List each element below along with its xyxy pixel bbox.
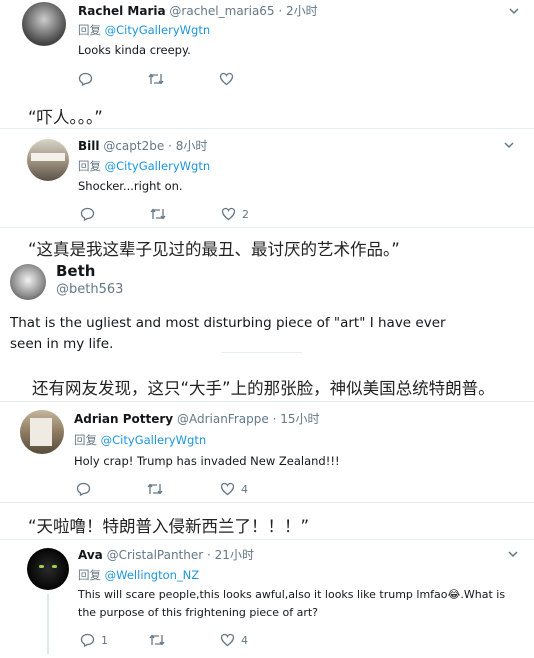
tweet-header: Adrian Pottery @AdrianFrappe · 15小时 <box>74 412 320 426</box>
tweet-adrian: Adrian Pottery @AdrianFrappe · 15小时 回复 @… <box>0 401 534 503</box>
reply-to-link[interactable]: @CityGalleryWgtn <box>101 433 206 447</box>
retweet-button[interactable] <box>147 482 163 496</box>
tweet-actions: 4 <box>76 482 276 500</box>
protest-sign-image <box>31 153 65 161</box>
retweet-button[interactable] <box>150 207 166 221</box>
tweet-text: Holy crap! Trump has invaded New Zealand… <box>74 454 340 468</box>
timestamp[interactable]: 21小时 <box>215 548 254 562</box>
reply-context: 回复 @Wellington_NZ <box>78 568 200 582</box>
tweet-rachel: Rachel Maria @rachel_maria65 · 2小时 回复 @C… <box>0 0 534 97</box>
like-count: 4 <box>241 633 248 647</box>
timestamp[interactable]: 2小时 <box>286 4 318 18</box>
like-count: 2 <box>242 207 249 221</box>
caption: “吓人。。。” <box>28 108 103 127</box>
avatar[interactable] <box>10 264 46 300</box>
author-handle[interactable]: @beth563 <box>56 282 123 297</box>
reply-to-link[interactable]: @CityGalleryWgtn <box>105 159 210 173</box>
retweet-icon <box>147 483 163 495</box>
tweet-text-line-2: seen in my life. <box>10 336 114 352</box>
author-handle[interactable]: @capt2be <box>103 139 164 153</box>
reply-button[interactable] <box>76 482 91 496</box>
caption: “天啦噜！特朗普入侵新西兰了！！！” <box>28 517 310 536</box>
retweet-icon <box>149 634 165 646</box>
like-button[interactable]: 4 <box>220 482 248 496</box>
tweet-beth: Beth @beth563 That is the ugliest and mo… <box>0 260 534 360</box>
panther-eye-right <box>52 565 57 568</box>
chevron-down-icon[interactable] <box>507 548 519 560</box>
caption: 还有网友发现，这只“大手”上的那张脸，神似美国总统特朗普。 <box>32 379 495 398</box>
like-button[interactable]: 4 <box>220 633 248 647</box>
author-name[interactable]: Beth <box>56 262 95 280</box>
reply-icon <box>78 72 93 86</box>
author-handle[interactable]: @AdrianFrappe <box>177 412 269 426</box>
retweet-button[interactable] <box>148 72 164 86</box>
reply-count: 1 <box>101 633 108 647</box>
tweet-text: Shocker...right on. <box>78 179 183 193</box>
avatar[interactable] <box>27 139 69 181</box>
reply-context: 回复 @CityGalleryWgtn <box>78 159 211 173</box>
reply-icon <box>80 633 95 647</box>
reply-icon <box>80 207 95 221</box>
thread-line <box>47 594 49 654</box>
author-handle[interactable]: @CristalPanther <box>107 548 204 562</box>
reply-icon <box>76 482 91 496</box>
timestamp[interactable]: 15小时 <box>280 412 319 426</box>
heart-icon <box>221 207 236 221</box>
avatar[interactable] <box>22 2 66 46</box>
tweet-actions: 2 <box>80 207 280 225</box>
heart-icon <box>219 72 234 86</box>
tweet-text: Looks kinda creepy. <box>78 43 191 57</box>
author-name[interactable]: Bill <box>78 139 100 153</box>
tweet-actions <box>78 72 278 90</box>
chevron-down-icon[interactable] <box>503 139 515 151</box>
reply-context: 回复 @CityGalleryWgtn <box>74 433 207 447</box>
tweet-header: Rachel Maria @rachel_maria65 · 2小时 <box>78 4 318 18</box>
author-handle[interactable]: @rachel_maria65 <box>169 4 274 18</box>
retweet-icon <box>150 208 166 220</box>
avatar[interactable] <box>20 410 64 454</box>
like-button[interactable]: 2 <box>221 207 249 221</box>
like-button[interactable] <box>219 72 234 86</box>
reply-to-link[interactable]: @CityGalleryWgtn <box>105 23 210 37</box>
author-name[interactable]: Adrian Pottery <box>74 412 173 426</box>
panther-eye-left <box>39 565 44 568</box>
reply-button[interactable] <box>80 207 95 221</box>
tweet-text-line-1: That is the ugliest and most disturbing … <box>10 315 446 331</box>
chevron-down-icon[interactable] <box>508 5 520 17</box>
like-count: 4 <box>241 482 248 496</box>
reply-button[interactable] <box>78 72 93 86</box>
caption: “这真是我这辈子见过的最丑、最讨厌的艺术作品。” <box>28 240 400 259</box>
tweet-bill: Bill @capt2be · 8小时 回复 @CityGalleryWgtn … <box>0 128 534 228</box>
tweet-header: Bill @capt2be · 8小时 <box>78 139 208 153</box>
reply-button[interactable]: 1 <box>80 633 108 647</box>
protest-sign-image <box>30 418 52 446</box>
author-name[interactable]: Ava <box>78 548 103 562</box>
heart-icon <box>220 633 235 647</box>
tweet-ava: Ava @CristalPanther · 21小时 回复 @Wellingto… <box>0 539 534 658</box>
reply-context: 回复 @CityGalleryWgtn <box>78 23 211 37</box>
retweet-button[interactable] <box>149 633 165 647</box>
author-name[interactable]: Rachel Maria <box>78 4 166 18</box>
divider <box>222 352 302 353</box>
tweet-header: Ava @CristalPanther · 21小时 <box>78 548 254 562</box>
tweet-actions: 1 4 <box>80 633 280 651</box>
avatar[interactable] <box>27 548 69 590</box>
laughing-emoji: 😂 <box>447 588 461 601</box>
retweet-icon <box>148 73 164 85</box>
timestamp[interactable]: 8小时 <box>176 139 208 153</box>
tweet-text-line-1: This will scare people,this looks awful,… <box>78 588 506 601</box>
reply-to-link[interactable]: @Wellington_NZ <box>105 568 200 582</box>
heart-icon <box>220 482 235 496</box>
tweet-text-line-2: the purpose of this frightening piece of… <box>78 606 318 619</box>
